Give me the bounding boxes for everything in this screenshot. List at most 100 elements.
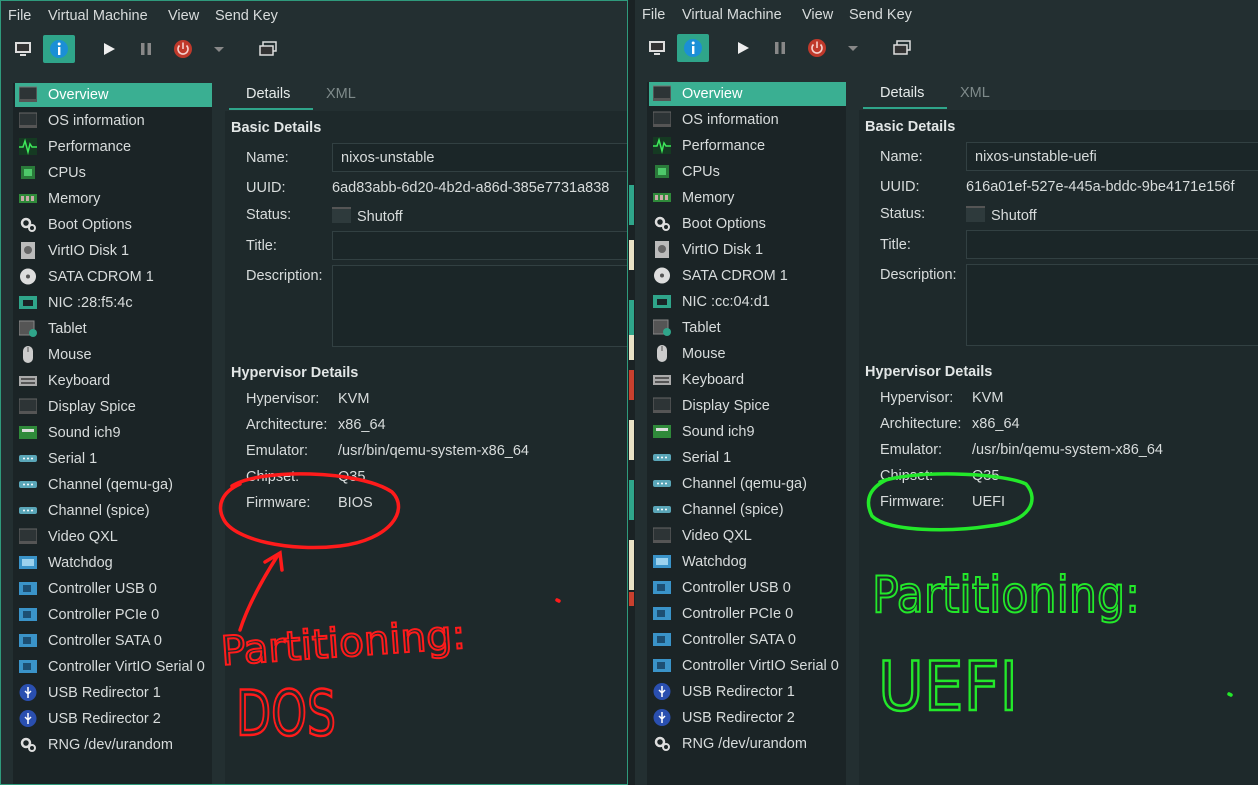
run-icon[interactable] xyxy=(93,35,125,63)
keyboard-icon xyxy=(653,371,671,388)
os-icon xyxy=(18,112,38,129)
vm-details-window-uefi: File Virtual Machine View Send Key Overv… xyxy=(635,0,1258,785)
snapshots-icon[interactable] xyxy=(252,35,284,63)
sidebar-item-keyboard[interactable]: Keyboard xyxy=(15,369,212,393)
snapshots-icon[interactable] xyxy=(886,34,918,62)
gear-icon xyxy=(19,216,37,233)
title-input[interactable] xyxy=(966,230,1258,259)
sidebar-item-watchdog[interactable]: Watchdog xyxy=(649,550,846,574)
sidebar-item-boot-options[interactable]: Boot Options xyxy=(15,213,212,237)
sidebar-item-label: USB Redirector 1 xyxy=(48,685,161,701)
sidebar-item-usb-redirector-2[interactable]: USB Redirector 2 xyxy=(15,707,212,731)
info-icon[interactable] xyxy=(43,35,75,63)
name-input[interactable] xyxy=(332,143,627,172)
sidebar-item-display-spice[interactable]: Display Spice xyxy=(15,395,212,419)
sidebar-item-controller-virtio-serial-0[interactable]: Controller VirtIO Serial 0 xyxy=(649,654,846,678)
sidebar-item-label: Memory xyxy=(48,191,101,207)
title-input[interactable] xyxy=(332,231,627,260)
sidebar-item-os-information[interactable]: OS information xyxy=(649,108,846,132)
sidebar-item-channel-qemu-ga[interactable]: Channel (qemu-ga) xyxy=(15,473,212,497)
console-icon[interactable] xyxy=(7,35,39,63)
shutdown-icon[interactable] xyxy=(801,34,833,62)
sidebar-item-tablet[interactable]: Tablet xyxy=(15,317,212,341)
description-textarea[interactable] xyxy=(966,264,1258,346)
run-icon[interactable] xyxy=(727,34,759,62)
shutdown-menu-icon[interactable] xyxy=(203,35,235,63)
sidebar-item-tablet[interactable]: Tablet xyxy=(649,316,846,340)
sidebar-item-watchdog[interactable]: Watchdog xyxy=(15,551,212,575)
basic-details-heading: Basic Details xyxy=(231,120,322,136)
sidebar-item-cpus[interactable]: CPUs xyxy=(649,160,846,184)
sidebar-item-virtio-disk-1[interactable]: VirtIO Disk 1 xyxy=(649,238,846,262)
tab-details[interactable]: Details xyxy=(246,86,290,102)
sidebar-item-display-spice[interactable]: Display Spice xyxy=(649,394,846,418)
sidebar-item-nic[interactable]: NIC :cc:04:d1 xyxy=(649,290,846,314)
sidebar-item-overview[interactable]: Overview xyxy=(649,82,846,106)
sidebar-item-channel-spice[interactable]: Channel (spice) xyxy=(649,498,846,522)
sidebar-item-controller-usb-0[interactable]: Controller USB 0 xyxy=(649,576,846,600)
menu-virtual-machine[interactable]: Virtual Machine xyxy=(48,8,148,24)
sidebar-item-memory[interactable]: Memory xyxy=(15,187,212,211)
sidebar-item-label: Sound ich9 xyxy=(682,424,755,440)
tab-xml[interactable]: XML xyxy=(326,86,356,102)
sidebar-item-label: CPUs xyxy=(48,165,86,181)
chipset-value: Q35 xyxy=(338,469,366,485)
tablet-icon xyxy=(652,319,671,336)
sidebar-item-os-information[interactable]: OS information xyxy=(15,109,212,133)
sidebar-item-sata-cdrom-1[interactable]: SATA CDROM 1 xyxy=(15,265,212,289)
menu-view[interactable]: View xyxy=(168,8,199,24)
sidebar-item-controller-sata-0[interactable]: Controller SATA 0 xyxy=(649,628,846,652)
gear-icon xyxy=(653,215,671,232)
sidebar-item-usb-redirector-2[interactable]: USB Redirector 2 xyxy=(649,706,846,730)
sidebar-item-performance[interactable]: Performance xyxy=(649,134,846,158)
sidebar-item-usb-redirector-1[interactable]: USB Redirector 1 xyxy=(15,681,212,705)
sidebar-item-video-qxl[interactable]: Video QXL xyxy=(649,524,846,548)
menu-file[interactable]: File xyxy=(642,7,665,23)
sidebar-item-serial-1[interactable]: Serial 1 xyxy=(649,446,846,470)
sidebar-item-keyboard[interactable]: Keyboard xyxy=(649,368,846,392)
sidebar-item-memory[interactable]: Memory xyxy=(649,186,846,210)
sidebar-item-boot-options[interactable]: Boot Options xyxy=(649,212,846,236)
sidebar-item-usb-redirector-1[interactable]: USB Redirector 1 xyxy=(649,680,846,704)
sidebar-item-rng-dev-urandom[interactable]: RNG /dev/urandom xyxy=(15,733,212,757)
sidebar-item-nic[interactable]: NIC :28:f5:4c xyxy=(15,291,212,315)
menu-send-key[interactable]: Send Key xyxy=(215,8,278,24)
sidebar-item-label: Channel (qemu-ga) xyxy=(682,476,807,492)
menu-virtual-machine[interactable]: Virtual Machine xyxy=(682,7,782,23)
sidebar-item-cpus[interactable]: CPUs xyxy=(15,161,212,185)
sidebar-item-sound-ich9[interactable]: Sound ich9 xyxy=(649,420,846,444)
sidebar-item-controller-virtio-serial-0[interactable]: Controller VirtIO Serial 0 xyxy=(15,655,212,679)
sidebar-item-label: CPUs xyxy=(682,164,720,180)
menu-view[interactable]: View xyxy=(802,7,833,23)
sidebar-item-overview[interactable]: Overview xyxy=(15,83,212,107)
pause-icon[interactable] xyxy=(130,35,162,63)
menu-send-key[interactable]: Send Key xyxy=(849,7,912,23)
sidebar-item-virtio-disk-1[interactable]: VirtIO Disk 1 xyxy=(15,239,212,263)
sidebar-item-rng-dev-urandom[interactable]: RNG /dev/urandom xyxy=(649,732,846,756)
tab-xml[interactable]: XML xyxy=(960,85,990,101)
shutdown-icon[interactable] xyxy=(167,35,199,63)
sidebar-item-sata-cdrom-1[interactable]: SATA CDROM 1 xyxy=(649,264,846,288)
sidebar-item-controller-sata-0[interactable]: Controller SATA 0 xyxy=(15,629,212,653)
sidebar-item-mouse[interactable]: Mouse xyxy=(649,342,846,366)
sidebar-item-controller-usb-0[interactable]: Controller USB 0 xyxy=(15,577,212,601)
shutdown-menu-icon[interactable] xyxy=(837,34,869,62)
sidebar-item-mouse[interactable]: Mouse xyxy=(15,343,212,367)
sidebar-item-controller-pcie-0[interactable]: Controller PCIe 0 xyxy=(649,602,846,626)
sidebar-item-video-qxl[interactable]: Video QXL xyxy=(15,525,212,549)
sidebar-item-sound-ich9[interactable]: Sound ich9 xyxy=(15,421,212,445)
console-icon[interactable] xyxy=(641,34,673,62)
sidebar-item-label: USB Redirector 2 xyxy=(682,710,795,726)
sidebar-item-serial-1[interactable]: Serial 1 xyxy=(15,447,212,471)
pause-icon[interactable] xyxy=(764,34,796,62)
name-input[interactable] xyxy=(966,142,1258,171)
description-textarea[interactable] xyxy=(332,265,627,347)
sidebar-item-performance[interactable]: Performance xyxy=(15,135,212,159)
chipset-label: Chipset: xyxy=(880,468,934,484)
sidebar-item-channel-spice[interactable]: Channel (spice) xyxy=(15,499,212,523)
tab-details[interactable]: Details xyxy=(880,85,924,101)
sidebar-item-channel-qemu-ga[interactable]: Channel (qemu-ga) xyxy=(649,472,846,496)
info-icon[interactable] xyxy=(677,34,709,62)
menu-file[interactable]: File xyxy=(8,8,31,24)
sidebar-item-controller-pcie-0[interactable]: Controller PCIe 0 xyxy=(15,603,212,627)
